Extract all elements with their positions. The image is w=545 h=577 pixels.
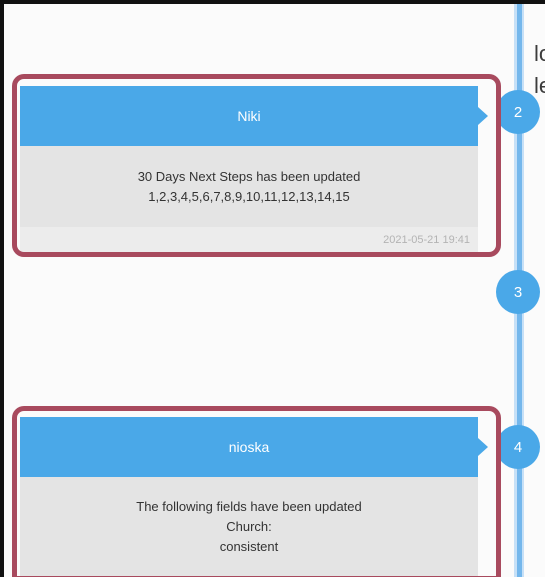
timeline-node-4[interactable]: 4 [496, 425, 540, 469]
card-pointer-arrow [478, 438, 488, 456]
cropped-text-line: le [534, 73, 545, 98]
timeline-node-number: 3 [513, 283, 523, 301]
card-pointer-arrow [478, 107, 488, 125]
card-header: Niki [20, 86, 488, 146]
timeline-node-number: 4 [513, 438, 523, 456]
card-message-line: consistent [219, 539, 279, 554]
card-message-line: 30 Days Next Steps has been updated [137, 169, 361, 184]
timeline-node-number: 2 [513, 103, 523, 121]
timeline-node-2[interactable]: 2 [496, 90, 540, 134]
screenshot-frame: lo le 2 Niki 30 Days Next Steps has been… [0, 0, 545, 577]
cropped-right-text: lo le [534, 38, 545, 102]
card-message: 30 Days Next Steps has been updated 1,2,… [20, 146, 478, 227]
card-message: The following fields have been updated C… [20, 477, 478, 557]
card-message-line: Church: [226, 519, 272, 534]
card-header: nioska [20, 417, 488, 477]
timeline-node-3[interactable]: 3 [496, 270, 540, 314]
card-author: nioska [228, 439, 270, 455]
timeline-card: nioska The following fields have been up… [20, 417, 488, 577]
timeline-card: Niki 30 Days Next Steps has been updated… [20, 86, 488, 253]
cropped-text-line: lo [534, 41, 545, 66]
card-timestamp: 2021-05-21 19:41 [20, 227, 478, 253]
card-message-line: 1,2,3,4,5,6,7,8,9,10,11,12,13,14,15 [148, 189, 350, 204]
card-author: Niki [237, 108, 261, 124]
card-message-line: The following fields have been updated [136, 499, 362, 514]
